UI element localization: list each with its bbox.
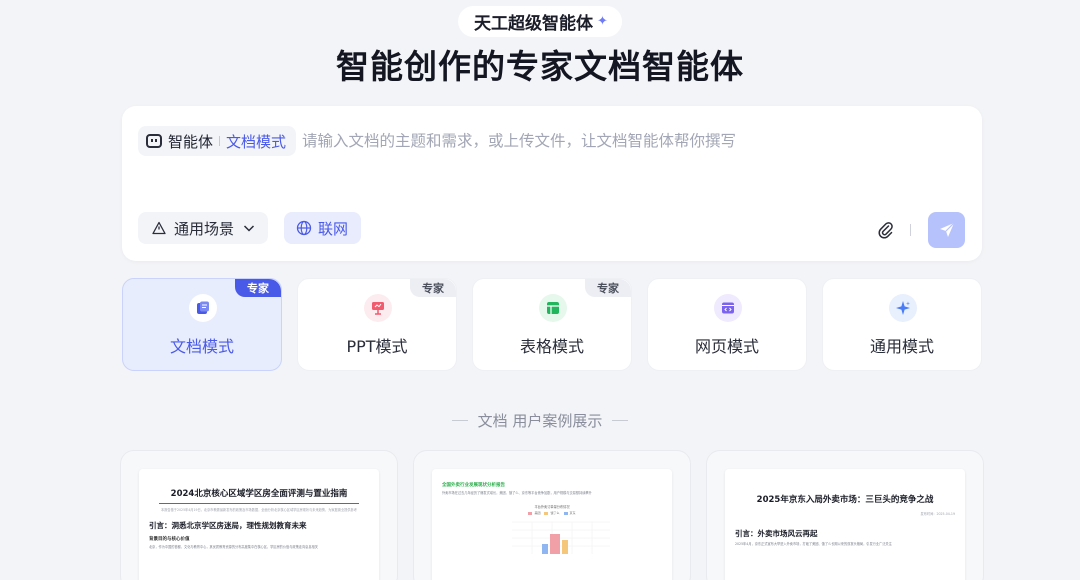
code-window-icon [714, 294, 742, 322]
case-section-heading: 引言：外卖市场风云再起 [735, 529, 818, 538]
chart-bar [550, 534, 560, 554]
mode-card-document[interactable]: 专家 文档模式 [122, 278, 282, 371]
mode-card-table[interactable]: 专家 表格模式 [472, 278, 632, 371]
legend-item: 饿了么 [544, 511, 560, 515]
case-section-heading: 引言：洞悉北京学区房迷局，理性规划教育未来 [149, 521, 307, 530]
mini-chart-legend: 美团 饿了么 京东 [442, 511, 662, 515]
prompt-input[interactable] [302, 128, 942, 154]
paperclip-icon [878, 222, 893, 239]
page-title: 智能创作的专家文档智能体 [336, 47, 744, 86]
mode-label-ppt: PPT模式 [346, 337, 408, 356]
scene-select-label: 通用场景 [174, 219, 235, 238]
current-mode-label: 文档模式 [226, 132, 287, 151]
case-document-preview: 2025年京东入局外卖市场：三巨头的竞争之战 发布时间：2025-04-19 引… [725, 469, 965, 580]
mode-card-ppt[interactable]: 专家 PPT模式 [297, 278, 457, 371]
case-card[interactable]: 2024北京核心区域学区房全面评测与置业指南 本报告基于2025年4月19日，北… [120, 450, 398, 580]
case-title: 2025年京东入局外卖市场：三巨头的竞争之战 [756, 495, 934, 505]
legend-item: 美团 [528, 511, 540, 515]
title-rule [159, 503, 359, 504]
heading-divider [451, 420, 468, 421]
prompt-composer: 智能体 文档模式 通用场景 联网 [122, 106, 982, 261]
mode-card-general[interactable]: 通用模式 [822, 278, 982, 371]
brand-badge: 天工超级智能体 ✦ [458, 6, 622, 37]
mode-card-webpage[interactable]: 网页模式 [647, 278, 807, 371]
attach-button[interactable] [876, 220, 896, 240]
mini-chart-plot [512, 521, 610, 554]
table-icon [539, 294, 567, 322]
heading-divider [612, 420, 629, 421]
mode-label-general: 通用模式 [869, 337, 934, 356]
case-document-preview: 全国外卖行业发展现状分析报告 外卖市场在过去几年经历了爆发式增长，美团、饿了么、… [432, 469, 672, 580]
legend-item: 京东 [563, 511, 576, 515]
mini-chart-title: 平台外卖订单量分布情况 [534, 505, 570, 509]
case-subheading: 背景目的与核心价值 [149, 537, 190, 542]
expert-badge: 专家 [235, 279, 281, 297]
chart-bar [562, 540, 568, 554]
case-card[interactable]: 2025年京东入局外卖市场：三巨头的竞争之战 发布时间：2025-04-19 引… [706, 450, 984, 580]
case-section-heading: 全国外卖行业发展现状分析报告 [442, 483, 505, 488]
document-icon [189, 294, 217, 322]
agent-label: 智能体 [168, 132, 214, 151]
case-card[interactable]: 全国外卖行业发展现状分析报告 外卖市场在过去几年经历了爆发式增长，美团、饿了么、… [413, 450, 691, 580]
expert-badge: 专家 [410, 279, 456, 297]
case-caption: 本报告基于2025年4月19日，北京市教委最新发布的政策及市场数据，全面分析北京… [161, 508, 357, 512]
send-icon [939, 222, 954, 237]
case-body-text: 北京，作为中国的首都，文化与教育中心，其优质教育资源的分布高度集中在核心区，学区… [149, 545, 318, 549]
globe-icon [296, 220, 312, 236]
sparkle-icon: ✦ [597, 14, 608, 29]
cases-heading-text: 文档 用户案例展示 [477, 412, 603, 430]
mini-bar-chart: 平台外卖订单量分布情况 美团 饿了么 京东 [442, 504, 662, 554]
chip-divider [219, 136, 221, 146]
send-button[interactable] [928, 212, 965, 248]
case-document-preview: 2024北京核心区域学区房全面评测与置业指南 本报告基于2025年4月19日，北… [139, 469, 379, 580]
case-title: 2024北京核心区域学区房全面评测与置业指南 [170, 489, 348, 499]
chevron-down-icon [243, 225, 255, 232]
sparkle-icon [889, 294, 917, 322]
case-caption: 发布时间：2025-04-19 [920, 512, 955, 516]
toolbar-divider [910, 224, 911, 236]
robot-icon [146, 134, 162, 148]
chart-bar [542, 544, 548, 554]
mode-label-webpage: 网页模式 [694, 337, 759, 356]
case-body-text: 2025年4月，京东正式宣布大举进入外卖市场，打破了美团、饿了么长期以来的双寡头… [735, 542, 892, 546]
mode-label-document: 文档模式 [169, 337, 234, 356]
mode-label-table: 表格模式 [519, 337, 584, 356]
brand-name: 天工超级智能体 [474, 14, 594, 34]
case-body-text: 外卖市场在过去几年经历了爆发式增长，美团、饿了么、京东等平台竞争加剧，用户规模与… [442, 491, 592, 495]
agent-mode-chip[interactable]: 智能体 文档模式 [138, 126, 297, 156]
web-search-toggle[interactable]: 联网 [284, 212, 361, 244]
cases-section-heading: 文档 用户案例展示 [0, 410, 1080, 431]
web-search-label: 联网 [318, 219, 349, 238]
triangle-warning-icon [152, 221, 166, 235]
expert-badge: 专家 [585, 279, 631, 297]
presentation-icon [364, 294, 392, 322]
scene-select[interactable]: 通用场景 [138, 212, 268, 244]
